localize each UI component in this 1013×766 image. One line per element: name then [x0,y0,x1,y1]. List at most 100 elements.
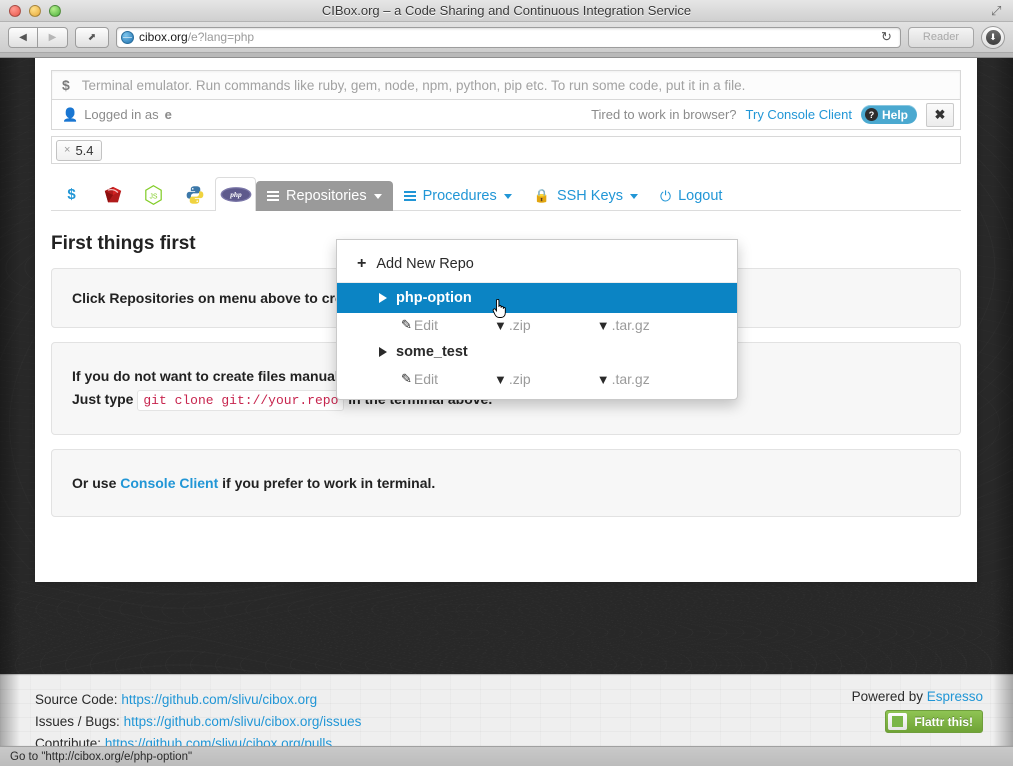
footer-right: Powered by Espresso Flattr this! [852,689,983,746]
repo-targz-action[interactable]: ▼ .tar.gz [597,371,650,387]
lock-icon: 🔒 [533,188,550,203]
logout-button[interactable]: ⏻ Logout [649,181,733,211]
procedures-menu-button[interactable]: Procedures [393,181,523,211]
browser-status-bar: Go to "http://cibox.org/e/php-option" [0,746,1013,766]
chevron-down-icon [373,193,382,199]
php-icon: php [220,187,251,202]
page-viewport: $ Terminal emulator. Run commands like r… [0,58,1013,746]
flattr-icon [888,713,908,730]
clone-prefix: Just type [72,390,134,407]
window-titlebar: CIBox.org – a Code Sharing and Continuou… [0,0,1013,22]
tab-python[interactable] [174,177,215,211]
browser-toolbar: ◀ ▶ ⬈ cibox.org/e?lang=php ↻ Reader ⬇ [0,22,1013,53]
ssh-keys-menu-button[interactable]: 🔒 SSH Keys [523,181,649,211]
tab-shell[interactable]: $ [51,177,92,211]
tired-label: Tired to work in browser? [591,107,737,122]
download-icon: ▼ [596,317,610,333]
question-icon: ? [864,108,878,121]
tab-ruby[interactable] [92,177,133,211]
repositories-menu-button[interactable]: Repositories [256,181,393,211]
remove-version-icon[interactable]: × [64,144,70,156]
edit-label: Edit [413,317,439,333]
terminal-status-bar: 👤 Logged in as e Tired to work in browse… [51,100,961,130]
globe-icon [121,30,134,44]
terminal-input[interactable]: $ Terminal emulator. Run commands like r… [51,70,961,100]
repo-actions-php-option: ✎ Edit ▼ .zip ▼ .tar.gz [337,313,737,337]
reader-button[interactable]: Reader [907,26,974,48]
edit-icon: ✎ [401,317,412,332]
close-window-button[interactable] [9,4,21,17]
flattr-label: Flattr this! [914,714,973,729]
footer-contribute-link[interactable]: https://github.com/slivu/cibox.org/pulls [105,736,332,746]
edit-icon: ✎ [401,371,412,386]
svg-text:JS: JS [149,193,157,200]
downloads-button[interactable]: ⬇ [981,25,1005,49]
powered-by-label: Powered by [851,689,923,704]
help-label: Help [881,107,908,122]
ruby-icon [104,186,121,202]
version-tag[interactable]: × 5.4 [56,139,102,161]
repo-name: php-option [396,290,472,306]
reload-icon[interactable]: ↻ [877,29,896,45]
url-path: /e?lang=php [187,30,255,44]
repositories-label: Repositories [286,188,367,204]
terminal-section: $ Terminal emulator. Run commands like r… [35,58,977,130]
footer-issues-label: Issues / Bugs: [35,713,120,729]
version-value: 5.4 [75,142,94,158]
footer-source-row: Source Code: https://github.com/slivu/ci… [35,689,361,711]
power-icon: ⏻ [660,187,672,204]
repo-targz-action[interactable]: ▼ .tar.gz [597,317,650,333]
nodejs-icon: JS [145,184,162,205]
footer-contribute-row: Contribute: https://github.com/slivu/cib… [35,733,361,746]
repo-item-php-option[interactable]: php-option [337,283,737,318]
tab-node[interactable]: JS [133,177,174,211]
repo-edit-action[interactable]: ✎ Edit [401,317,438,333]
close-terminal-button[interactable]: ✖ [926,102,954,127]
back-button[interactable]: ◀ [8,26,38,48]
svg-text:php: php [229,190,242,199]
address-bar[interactable]: cibox.org/e?lang=php ↻ [116,26,901,48]
page-footer: Source Code: https://github.com/slivu/ci… [0,674,1013,746]
url-text: cibox.org/e?lang=php [139,30,254,44]
repo-item-some-test[interactable]: some_test [337,337,737,367]
window-controls [0,4,61,17]
download-icon: ▼ [596,371,610,387]
minimize-window-button[interactable] [29,4,41,17]
info-panel-console: Or use Console Client if you prefer to w… [51,448,961,517]
help-button[interactable]: ? Help [860,105,917,124]
expand-triangle-icon [379,293,387,303]
nav-button-group: ◀ ▶ [8,26,68,48]
prompt-icon: $ [62,77,70,93]
add-new-repo-label: Add New Repo [376,256,474,272]
version-select-field[interactable]: × 5.4 [51,136,961,164]
repo-zip-action[interactable]: ▼ .zip [494,371,531,387]
tab-php[interactable]: php [215,177,256,211]
terminal-placeholder: Terminal emulator. Run commands like rub… [81,77,746,93]
python-icon [186,185,203,204]
flattr-button[interactable]: Flattr this! [885,710,983,733]
footer-source-link[interactable]: https://github.com/slivu/cibox.org [121,692,317,707]
repo-edit-action[interactable]: ✎ Edit [401,371,438,387]
footer-contribute-label: Contribute: [35,735,102,746]
forward-button[interactable]: ▶ [38,26,68,48]
zip-label: .zip [508,371,531,387]
dark-band [0,582,1013,674]
clone-command: git clone git://your.repo [137,389,345,411]
espresso-link[interactable]: Espresso [927,689,983,704]
footer-issues-row: Issues / Bugs: https://github.com/slivu/… [35,711,361,733]
add-new-repo-item[interactable]: + Add New Repo [337,246,737,283]
footer-source-label: Source Code: [35,692,118,707]
maximize-window-button[interactable] [49,4,61,17]
username-label: e [164,107,172,122]
console-client-link[interactable]: Console Client [120,475,218,491]
footer-issues-link[interactable]: https://github.com/slivu/cibox.org/issue… [124,714,362,729]
fullscreen-icon[interactable]: ⤢ [991,4,1005,18]
try-console-client-link[interactable]: Try Console Client [746,107,852,122]
repo-zip-action[interactable]: ▼ .zip [494,317,531,333]
footer-links: Source Code: https://github.com/slivu/ci… [35,689,361,746]
terminal-status-right: Tired to work in browser? Try Console Cl… [591,102,954,127]
share-button[interactable]: ⬈ [75,26,109,48]
download-icon: ⬇ [985,29,1001,45]
console-suffix: if you prefer to work in terminal. [222,474,436,491]
edit-label: Edit [413,371,439,387]
